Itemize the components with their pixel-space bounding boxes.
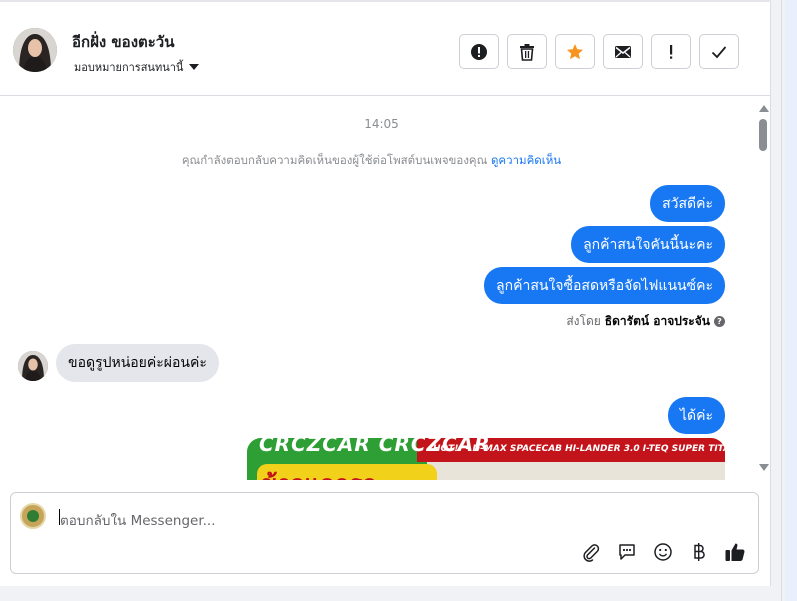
follow-up-button[interactable] bbox=[555, 34, 595, 69]
thumbs-up-icon bbox=[725, 543, 745, 561]
payment-button[interactable] bbox=[688, 541, 710, 563]
reply-composer: ตอบกลับใน Messenger... bbox=[10, 492, 759, 574]
priority-button[interactable] bbox=[651, 34, 691, 69]
checkmark-icon bbox=[711, 45, 727, 58]
scrollbar-thumb[interactable] bbox=[759, 119, 767, 151]
composer-tools bbox=[580, 541, 746, 563]
contact-avatar-small[interactable] bbox=[18, 351, 48, 381]
emoji-button[interactable] bbox=[652, 541, 674, 563]
comment-reply-notice: คุณกำลังตอบกลับความคิดเห็นของผู้ใช้ต่อโพ… bbox=[0, 152, 743, 170]
like-button[interactable] bbox=[724, 541, 746, 563]
notice-text: คุณกำลังตอบกลับความคิดเห็นของผู้ใช้ต่อโพ… bbox=[181, 153, 488, 167]
image-bigtext: ข้าวแลกรถ bbox=[261, 464, 377, 480]
mark-unread-button[interactable] bbox=[603, 34, 643, 69]
outgoing-message-3[interactable]: ลูกค้าสนใจซื้อสดหรือจัดไฟแนนซ์คะ bbox=[484, 267, 725, 304]
scroll-down-arrow-icon[interactable] bbox=[759, 464, 769, 471]
outgoing-message-2[interactable]: ลูกค้าสนใจคันนี้นะคะ bbox=[571, 226, 725, 263]
delete-button[interactable] bbox=[507, 34, 547, 69]
strip-divider bbox=[781, 0, 782, 601]
alert-circle-icon bbox=[471, 43, 487, 60]
view-comment-link[interactable]: ดูความคิดเห็น bbox=[491, 153, 561, 167]
help-icon[interactable]: ? bbox=[714, 316, 725, 327]
right-side-strip bbox=[771, 0, 797, 601]
star-icon bbox=[567, 43, 583, 59]
contact-name[interactable]: อีกฝั่ง ของตะวัน bbox=[72, 30, 175, 54]
sent-by-label: ส่งโดย ธิดารัตน์ อาจประจัน ? bbox=[566, 312, 725, 331]
incoming-message-1[interactable]: ขอดูรูปหน่อยค่ะผ่อนค่ะ bbox=[56, 344, 219, 382]
bottom-strip bbox=[0, 586, 771, 601]
paperclip-icon bbox=[583, 544, 600, 562]
message-timestamp: 14:05 bbox=[364, 117, 399, 131]
conversation-header: อีกฝั่ง ของตะวัน มอบหมายการสนทนานี้ bbox=[0, 2, 770, 96]
action-buttons bbox=[459, 34, 739, 69]
sent-by-prefix: ส่งโดย bbox=[566, 314, 601, 328]
image-subline: HOT!! - D-MAX SPACECAB HI-LANDER 3.0 I-T… bbox=[433, 444, 725, 454]
contact-avatar[interactable] bbox=[13, 28, 57, 72]
reply-input[interactable]: ตอบกลับใน Messenger... bbox=[60, 509, 216, 531]
outgoing-message-4[interactable]: ได้ค่ะ bbox=[667, 397, 725, 434]
message-scrollbar[interactable] bbox=[755, 97, 771, 480]
mark-done-button[interactable] bbox=[699, 34, 739, 69]
spam-button[interactable] bbox=[459, 34, 499, 69]
contact-avatar-small-image bbox=[18, 351, 48, 381]
page-avatar-icon bbox=[20, 503, 46, 529]
image-attachment[interactable]: CRCZCAR CRCZCAR HOT!! - D-MAX SPACECAB H… bbox=[247, 438, 725, 480]
exclamation-icon bbox=[670, 44, 673, 59]
sent-by-name: ธิดารัตน์ อาจประจัน bbox=[604, 314, 710, 328]
envelope-icon bbox=[615, 45, 631, 58]
emoji-icon bbox=[654, 543, 672, 561]
assign-label: มอบหมายการสนทนานี้ bbox=[74, 61, 184, 74]
contact-avatar-image bbox=[13, 28, 57, 72]
message-list[interactable]: 14:05 คุณกำลังตอบกลับความคิดเห็นของผู้ใช… bbox=[0, 97, 770, 480]
assign-conversation-dropdown[interactable]: มอบหมายการสนทนานี้ bbox=[74, 58, 200, 76]
strip-edge bbox=[785, 0, 797, 601]
baht-icon bbox=[694, 543, 705, 561]
attach-button[interactable] bbox=[580, 541, 602, 563]
trash-icon bbox=[520, 43, 534, 61]
scroll-up-arrow-icon[interactable] bbox=[759, 105, 769, 112]
saved-replies-icon bbox=[619, 544, 635, 560]
page-avatar-inner bbox=[27, 510, 39, 522]
caret-down-icon bbox=[189, 64, 200, 70]
saved-replies-button[interactable] bbox=[616, 541, 638, 563]
conversation-panel: อีกฝั่ง ของตะวัน มอบหมายการสนทนานี้ 14:0… bbox=[0, 0, 771, 586]
outgoing-message-1[interactable]: สวัสดีค่ะ bbox=[650, 185, 725, 222]
